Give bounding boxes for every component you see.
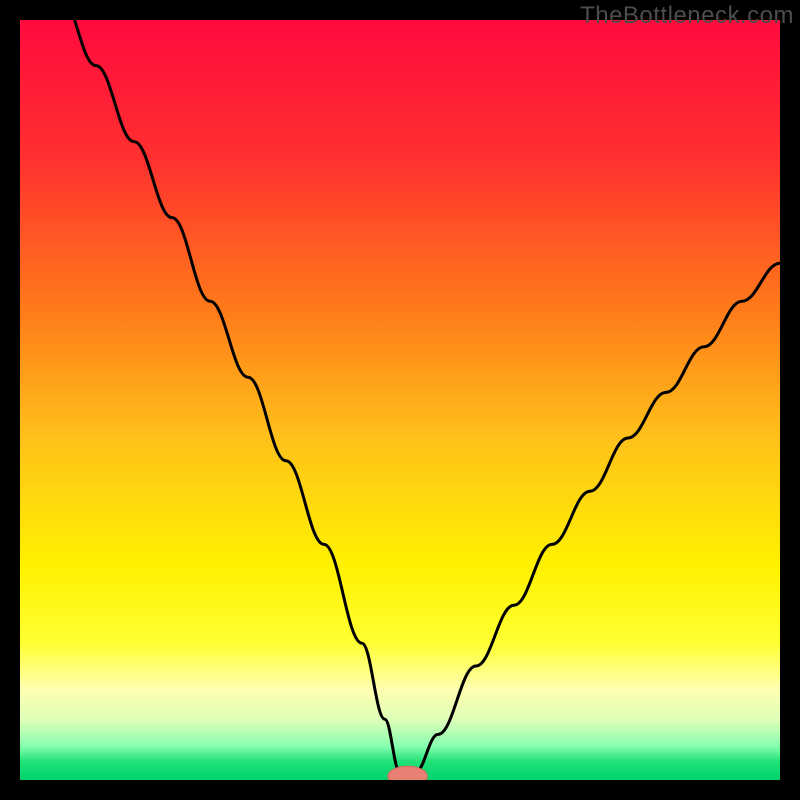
chart-frame: TheBottleneck.com <box>0 0 800 800</box>
plot-svg <box>20 20 780 780</box>
plot-area <box>20 20 780 780</box>
gradient-background <box>20 20 780 780</box>
watermark-text: TheBottleneck.com <box>580 2 794 30</box>
